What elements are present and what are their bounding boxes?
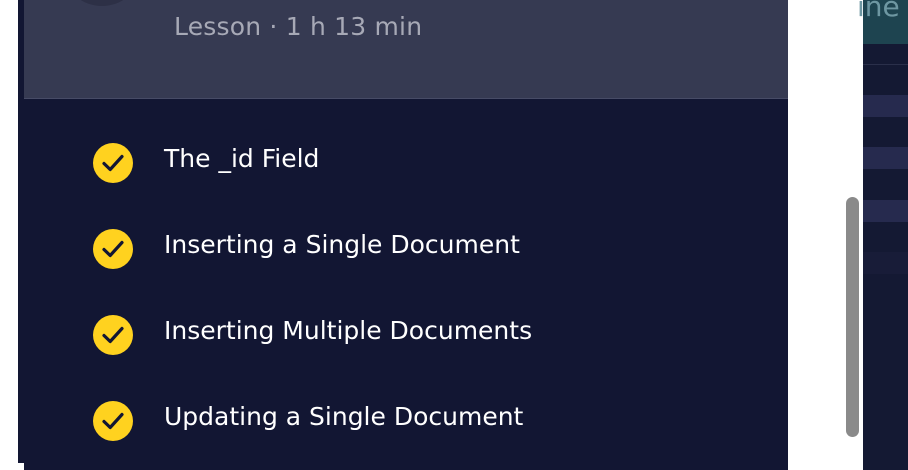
lesson-title: Inserting a Single Document — [164, 230, 520, 259]
check-circle-icon — [93, 143, 133, 183]
divider — [863, 64, 908, 65]
scrollbar-thumb[interactable] — [846, 197, 859, 437]
check-circle-icon — [93, 315, 133, 355]
lesson-item[interactable]: The _id Field — [18, 98, 788, 184]
lesson-header[interactable]: Lesson · 1 h 13 min — [24, 0, 788, 99]
right-panel-header[interactable]: ine — [857, 0, 908, 44]
right-panel-partial-text: ine — [857, 0, 900, 23]
right-panel-row[interactable] — [863, 200, 908, 222]
right-panel-row[interactable] — [863, 147, 908, 169]
lesson-title: Inserting Multiple Documents — [164, 316, 533, 345]
left-edge — [0, 0, 18, 470]
lesson-title: Updating a Single Document — [164, 402, 524, 431]
lesson-list: The _id Field Inserting a Single Documen… — [18, 98, 788, 442]
app-window: Lesson · 1 h 13 min The _id Field Insert… — [0, 0, 908, 470]
right-panel-row[interactable] — [863, 252, 908, 274]
lesson-item[interactable]: Updating a Single Document — [18, 356, 788, 442]
lesson-progress-icon — [66, 0, 138, 6]
lesson-item[interactable]: Inserting Multiple Documents — [18, 270, 788, 356]
check-circle-icon — [93, 229, 133, 269]
course-content-panel: Lesson · 1 h 13 min The _id Field Insert… — [18, 0, 789, 470]
lesson-title: The _id Field — [164, 144, 320, 173]
lesson-meta: Lesson · 1 h 13 min — [174, 12, 423, 41]
right-panel-row[interactable] — [863, 95, 908, 117]
lesson-item[interactable]: Inserting a Single Document — [18, 184, 788, 270]
right-side-panel: ine — [857, 0, 908, 470]
check-circle-icon — [93, 401, 133, 441]
bottom-edge — [18, 463, 24, 470]
